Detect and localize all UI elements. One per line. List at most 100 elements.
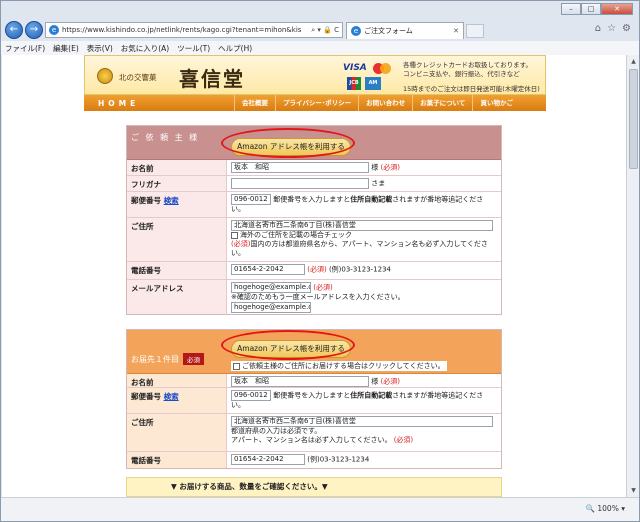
- address-tools[interactable]: ⌕ ▾ 🔒 C: [308, 26, 342, 35]
- nav-contact[interactable]: お問い合わせ: [358, 95, 412, 111]
- delivery-zip-search-link[interactable]: 検索: [164, 392, 179, 401]
- nav-privacy[interactable]: プライバシー･ポリシー: [275, 95, 358, 111]
- highlight-oval: [221, 128, 355, 158]
- shipping-note: 15時までのご注文は即日発送可能(木曜定休日): [403, 85, 540, 93]
- scroll-down-arrow-icon[interactable]: ▼: [628, 485, 639, 496]
- row-address: ご住所 北海道名寄市西二条南6丁目(株)喜信堂 海外のご住所を記載の場合チェック…: [127, 218, 501, 262]
- url-text[interactable]: https://www.kishindo.co.jp/netlink/rents…: [62, 26, 308, 34]
- required-badge: 必須: [183, 353, 204, 365]
- new-tab-button[interactable]: [466, 24, 484, 38]
- delivery-section: お届先１件目 必須 Amazon アドレス帳を利用する ご依頼主様のご住所にお届け…: [126, 329, 502, 469]
- menu-tools[interactable]: ツール(T): [177, 43, 210, 54]
- same-address-option: ご依頼主様のご住所にお届けする場合はクリックしてください。: [231, 361, 447, 371]
- nav-about-sweets[interactable]: お菓子について: [412, 95, 472, 111]
- email-label: メールアドレス: [127, 280, 227, 314]
- row-kana: フリガナ さま: [127, 176, 501, 192]
- delivery-zip-label: 郵便番号 検索: [127, 388, 227, 413]
- mastercard-logo-icon: [373, 63, 393, 74]
- delivery-zip-input[interactable]: 096-0012: [231, 390, 271, 401]
- tab-close-icon[interactable]: ✕: [453, 27, 459, 35]
- overseas-checkbox[interactable]: [231, 231, 238, 239]
- zip-search-link[interactable]: 検索: [164, 196, 179, 205]
- delivery-row-tel: 電話番号 01654-2-2042 (例)03-3123-1234: [127, 452, 501, 468]
- email-input[interactable]: hogehoge@example.com: [231, 282, 311, 293]
- menu-favorites[interactable]: お気に入り(A): [121, 43, 169, 54]
- delivery-address-input[interactable]: 北海道名寄市西二条南6丁目(株)喜信堂: [231, 416, 493, 427]
- browser-window: – □ ✕ ← → e https://www.kishindo.co.jp/n…: [0, 0, 640, 522]
- credit-card-logos: VISA JCB AM: [341, 61, 399, 93]
- nav-company[interactable]: 会社概要: [234, 95, 275, 111]
- menu-view[interactable]: 表示(V): [87, 43, 113, 54]
- menu-help[interactable]: ヘルプ(H): [218, 43, 252, 54]
- zip-input[interactable]: 096-0012: [231, 194, 271, 205]
- row-tel: 電話番号 01654-2-2042 (必須) (例)03-3123-1234: [127, 262, 501, 280]
- tab-favicon-icon: e: [351, 26, 361, 36]
- zoom-level[interactable]: 🔍 100% ▾: [586, 504, 625, 513]
- brand-subtitle: 北の交響菓: [119, 73, 157, 82]
- settings-gear-icon[interactable]: ⚙: [622, 23, 631, 34]
- vertical-scrollbar[interactable]: ▲ ▼: [626, 55, 639, 497]
- delivery-tel-input[interactable]: 01654-2-2042: [231, 454, 305, 465]
- address-bar[interactable]: e https://www.kishindo.co.jp/netlink/ren…: [45, 22, 343, 38]
- nav-home[interactable]: HOME: [84, 99, 234, 108]
- close-window-button[interactable]: ✕: [601, 3, 633, 15]
- visa-logo-icon: VISA: [343, 63, 367, 73]
- row-zip: 郵便番号 検索 096-0012 郵便番号を入力しますと住所自動記載されますが番…: [127, 192, 501, 218]
- zip-label: 郵便番号 検索: [127, 192, 227, 217]
- delivery-name-label: お名前: [127, 374, 227, 387]
- back-arrow-icon: ←: [9, 24, 19, 35]
- required-mark: (必須): [380, 163, 400, 172]
- jcb-logo-icon: JCB: [347, 77, 361, 90]
- same-address-checkbox[interactable]: [233, 362, 240, 370]
- delivery-title: お届先１件目 必須: [131, 353, 204, 365]
- goods-confirm-bar: ▼ お届けする商品、数量をご確認ください。▼: [126, 477, 502, 497]
- row-name: お名前 坂本 和昭 様 (必須): [127, 160, 501, 176]
- address-label: ご住所: [127, 218, 227, 261]
- menu-edit[interactable]: 編集(E): [53, 43, 79, 54]
- requester-section: ご 依 頼 主 様 Amazon アドレス帳を利用する お名前 坂本 和昭 様 …: [126, 125, 502, 315]
- scroll-up-arrow-icon[interactable]: ▲: [628, 56, 639, 67]
- email-confirm-input[interactable]: hogehoge@example.com: [231, 302, 311, 313]
- logo-emblem-icon: [97, 68, 113, 84]
- maximize-button[interactable]: □: [581, 3, 601, 15]
- tab-order-form[interactable]: e ご注文フォーム ✕: [346, 22, 464, 39]
- delivery-row-address: ご住所 北海道名寄市西二条南6丁目(株)喜信堂 都道府県の入力は必須です。 アパ…: [127, 414, 501, 452]
- back-button[interactable]: ←: [5, 21, 23, 39]
- requester-title: ご 依 頼 主 様: [131, 133, 200, 142]
- delivery-tel-label: 電話番号: [127, 452, 227, 468]
- menu-bar: ファイル(F) 編集(E) 表示(V) お気に入り(A) ツール(T) ヘルプ(…: [1, 41, 639, 55]
- site-navbar: HOME 会社概要 プライバシー･ポリシー お問い合わせ お菓子について 買い物…: [84, 95, 546, 111]
- delivery-highlight-oval: [221, 330, 355, 360]
- address-input[interactable]: 北海道名寄市西二条南6丁目(株)喜信堂: [231, 220, 493, 231]
- tel-label: 電話番号: [127, 262, 227, 279]
- favorites-star-icon[interactable]: ☆: [607, 23, 616, 34]
- menu-file[interactable]: ファイル(F): [5, 43, 45, 54]
- ie-page-icon: e: [49, 25, 59, 35]
- scroll-thumb[interactable]: [629, 69, 638, 169]
- delivery-name-input[interactable]: 坂本 和昭: [231, 376, 369, 387]
- page-viewport: 北の交響菓 喜信堂 VISA JCB AM 各種クレジットカードお取扱しておりま…: [2, 55, 626, 497]
- forward-arrow-icon: →: [29, 24, 39, 35]
- delivery-row-name: お名前 坂本 和昭 様 (必須): [127, 374, 501, 388]
- kana-label: フリガナ: [127, 176, 227, 191]
- name-input[interactable]: 坂本 和昭: [231, 162, 369, 173]
- brand-name[interactable]: 喜信堂: [179, 63, 245, 92]
- payment-note: 各種クレジットカードお取扱しております。 コンビニ支払や、銀行振込、代引きなど: [403, 61, 532, 78]
- title-bar: – □ ✕: [1, 1, 639, 19]
- address-row: ← → e https://www.kishindo.co.jp/netlink…: [1, 19, 639, 41]
- tel-input[interactable]: 01654-2-2042: [231, 264, 305, 275]
- kana-input[interactable]: [231, 178, 369, 189]
- tab-title: ご注文フォーム: [364, 27, 413, 35]
- site-header: 北の交響菓 喜信堂 VISA JCB AM 各種クレジットカードお取扱しておりま…: [84, 55, 546, 95]
- nav-cart[interactable]: 買い物かご: [472, 95, 520, 111]
- minimize-button[interactable]: –: [561, 3, 581, 15]
- delivery-address-label: ご住所: [127, 414, 227, 451]
- name-label: お名前: [127, 160, 227, 175]
- delivery-row-zip: 郵便番号 検索 096-0012 郵便番号を入力しますと住所自動記載されますが番…: [127, 388, 501, 414]
- row-email: メールアドレス hogehoge@example.com (必須) ※確認のため…: [127, 280, 501, 314]
- home-icon[interactable]: ⌂: [595, 23, 601, 34]
- forward-button[interactable]: →: [25, 21, 43, 39]
- requester-header: ご 依 頼 主 様 Amazon アドレス帳を利用する: [127, 126, 501, 160]
- delivery-header: お届先１件目 必須 Amazon アドレス帳を利用する ご依頼主様のご住所にお届け…: [127, 330, 501, 374]
- amex-logo-icon: AM: [365, 77, 381, 90]
